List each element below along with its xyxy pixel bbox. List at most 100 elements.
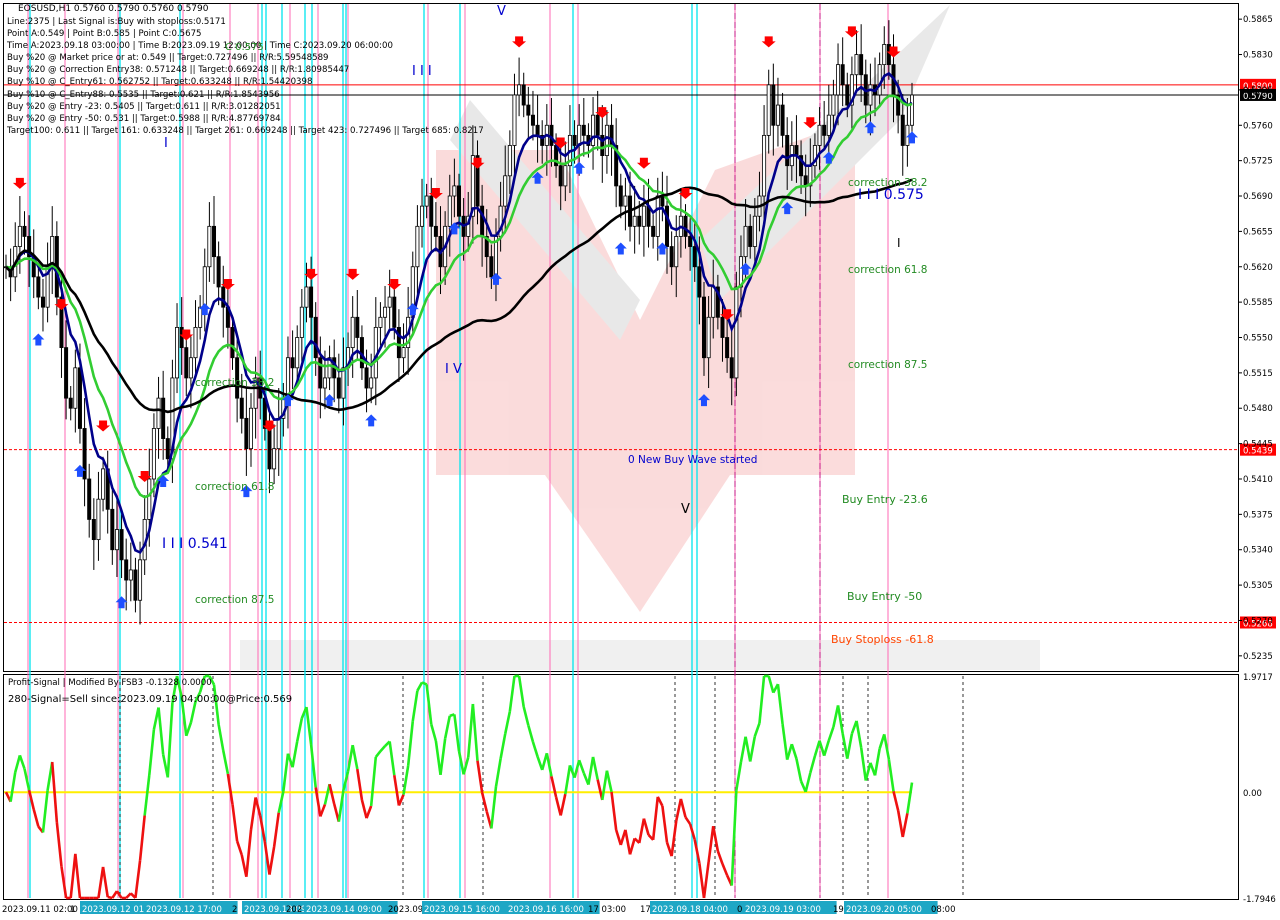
candle-body bbox=[193, 326, 198, 359]
candle-body bbox=[632, 215, 637, 227]
candle-body bbox=[683, 215, 688, 237]
candle-body bbox=[535, 124, 540, 136]
candle-body bbox=[429, 195, 434, 227]
y-tick-label: 0.5690 bbox=[1243, 192, 1273, 202]
y-tick-label: 0.5410 bbox=[1243, 475, 1273, 485]
y-tick-label: 0.5375 bbox=[1243, 510, 1273, 520]
y-tick-label: 0.5445 bbox=[1243, 440, 1273, 450]
candle-body bbox=[595, 114, 600, 136]
candle-body bbox=[817, 124, 822, 146]
y-tick-label: 0.5550 bbox=[1243, 334, 1273, 344]
time-axis-label: 2023.09.11 02:00 bbox=[2, 905, 78, 915]
candle-body bbox=[785, 134, 790, 167]
candle-body bbox=[775, 104, 780, 126]
candle-body bbox=[840, 64, 845, 86]
candle-body bbox=[17, 225, 22, 247]
wave-label: V bbox=[681, 502, 690, 517]
candle-body bbox=[165, 438, 170, 460]
candle-body bbox=[517, 84, 522, 96]
candle-body bbox=[244, 417, 249, 450]
candle-body bbox=[36, 276, 41, 298]
candle-body bbox=[503, 175, 508, 207]
candle-body bbox=[147, 478, 152, 520]
candle-body bbox=[591, 114, 596, 146]
y-tick-label: 0.5620 bbox=[1243, 263, 1273, 273]
candle-body bbox=[604, 124, 609, 156]
candle-body bbox=[124, 559, 129, 581]
candle-body bbox=[734, 286, 739, 379]
y-tick-label: 0.5585 bbox=[1243, 298, 1273, 308]
candle-body bbox=[512, 94, 517, 146]
buy-stoploss-label: Buy Stoploss -61.8 bbox=[831, 633, 934, 646]
sub-window-title: Profit-Signal | Modified By FSB3 -0.1328… bbox=[8, 678, 212, 688]
candle-body bbox=[910, 94, 915, 126]
time-axis-label: 19 bbox=[833, 905, 844, 915]
candle-body bbox=[161, 397, 166, 439]
wave-label: I V bbox=[445, 362, 462, 377]
candle-body bbox=[563, 165, 568, 187]
candle-body bbox=[239, 397, 244, 419]
candle-body bbox=[40, 296, 45, 308]
sub-y-tick-label: 1.9717 bbox=[1243, 673, 1273, 683]
candle-body bbox=[285, 357, 290, 399]
candle-body bbox=[276, 417, 281, 450]
candle-body bbox=[119, 529, 124, 561]
candle-body bbox=[304, 286, 309, 308]
candle-body bbox=[230, 326, 235, 359]
candle-body bbox=[114, 529, 119, 551]
candle-body bbox=[198, 306, 203, 328]
candle-body bbox=[688, 236, 693, 247]
candle-body bbox=[771, 84, 776, 126]
candle-body bbox=[577, 124, 582, 146]
candle-body bbox=[392, 296, 397, 328]
info-line: Buy %20 @ Entry -23: 0.5405 || Target:0.… bbox=[7, 101, 281, 112]
time-axis-label: 2023.09.14 09:00 bbox=[306, 905, 382, 915]
candle-body bbox=[725, 337, 730, 359]
candle-body bbox=[900, 114, 905, 146]
time-axis-label: 2023.09.12 17:00 bbox=[146, 905, 222, 915]
candle-body bbox=[202, 266, 207, 308]
y-tick-label: 0.5760 bbox=[1243, 121, 1273, 131]
candle-body bbox=[369, 377, 374, 389]
candle-body bbox=[669, 246, 674, 268]
candle-body bbox=[295, 337, 300, 369]
candle-body bbox=[877, 64, 882, 96]
correction-label-left: correction 38.2 bbox=[195, 377, 275, 389]
candle-body bbox=[530, 114, 535, 126]
candle-body bbox=[101, 468, 106, 500]
time-axis-label: 08:00 bbox=[931, 905, 956, 915]
sub-y-tick-label: 0.00 bbox=[1243, 789, 1262, 799]
candle-body bbox=[831, 94, 836, 116]
candle-body bbox=[660, 195, 665, 207]
info-line: Buy %20 @ Entry -50: 0.531 || Target:0.5… bbox=[7, 113, 281, 124]
candle-body bbox=[618, 185, 623, 207]
candle-body bbox=[207, 225, 212, 268]
time-axis-label: 2023.09.15 16:00 bbox=[424, 905, 500, 915]
candle-body bbox=[701, 296, 706, 359]
wave-label: I I I 0.541 bbox=[162, 536, 228, 552]
candle-body bbox=[507, 145, 512, 177]
candle-body bbox=[216, 256, 221, 288]
candle-body bbox=[729, 357, 734, 379]
candle-body bbox=[91, 519, 96, 541]
correction-label-right: correction 61.8 bbox=[848, 264, 928, 276]
time-axis-label: 202 bbox=[286, 905, 302, 915]
candle-body bbox=[420, 205, 425, 227]
candle-body bbox=[87, 478, 92, 520]
correction-label-right: correction 38.2 bbox=[848, 177, 928, 189]
candle-body bbox=[762, 134, 767, 197]
candle-body bbox=[447, 195, 452, 227]
time-axis-label: 2023.09.19 03:00 bbox=[745, 905, 821, 915]
time-axis-label: 2023.09.18 04:00 bbox=[652, 905, 728, 915]
candle-body bbox=[309, 286, 314, 318]
candle-body bbox=[128, 569, 133, 581]
candle-body bbox=[138, 559, 143, 601]
candle-body bbox=[77, 367, 82, 429]
info-line: Point A:0.549 | Point B:0.585 | Point C:… bbox=[7, 29, 202, 40]
candle-body bbox=[826, 114, 831, 136]
y-tick-label: 0.5655 bbox=[1243, 227, 1273, 237]
wave-label: I I I bbox=[412, 64, 432, 79]
candle-body bbox=[674, 236, 679, 268]
correction-label-left: correction 61.8 bbox=[195, 481, 275, 493]
candle-body bbox=[272, 448, 277, 470]
